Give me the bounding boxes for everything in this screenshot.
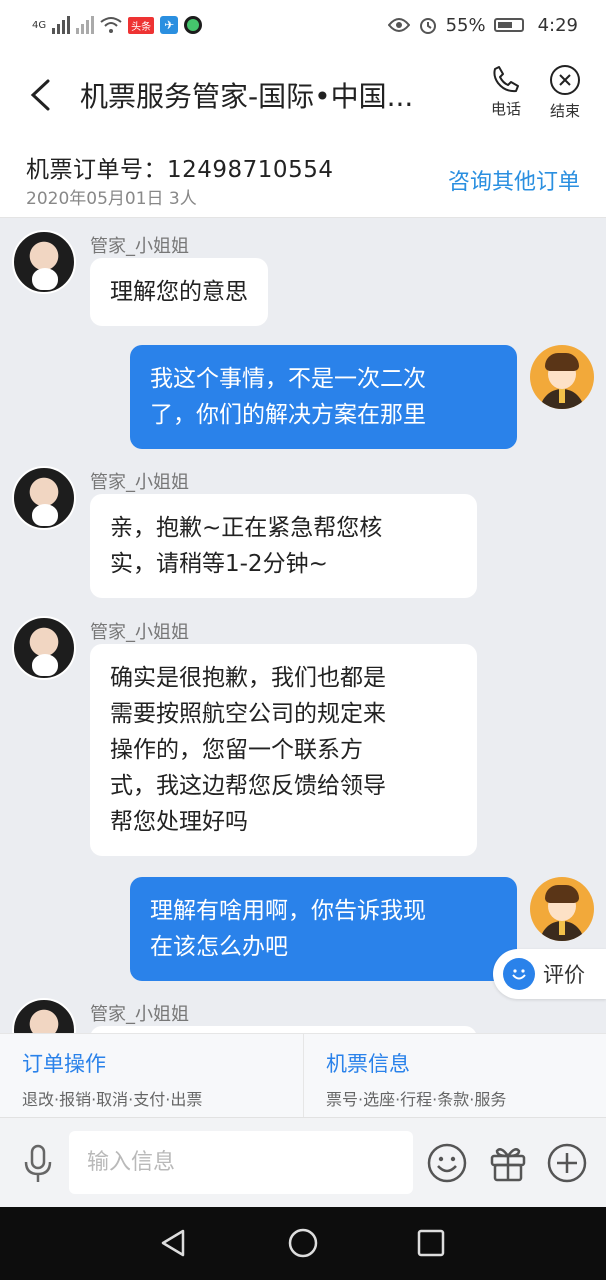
- eye-icon: [387, 18, 410, 32]
- input-bar: [0, 1117, 606, 1207]
- message-line: 式，我这边帮您反馈给领导: [110, 773, 386, 799]
- battery-percent: 55%: [445, 14, 486, 36]
- emoji-button[interactable]: [426, 1142, 468, 1184]
- chat-title: 机票服务管家-国际•中国...: [80, 80, 414, 113]
- agent-name: 管家_小姐姐: [90, 236, 189, 257]
- triangle-back-icon: [161, 1229, 185, 1257]
- battery-icon: [493, 18, 524, 32]
- rate-button[interactable]: 评价: [493, 949, 606, 999]
- signal-icon: [52, 16, 71, 34]
- chat-area[interactable]: 管家_小姐姐 理解您的意思 我这个事情，不是一次二次 了，你们的解决方案在那里 …: [0, 218, 606, 1033]
- agent-avatar[interactable]: [12, 998, 76, 1033]
- order-date: 2020年05月01日 3人: [26, 189, 197, 209]
- message-line: 操作的，您留一个联系方: [110, 737, 363, 763]
- nav-back-button[interactable]: [156, 1225, 192, 1261]
- circle-home-icon: [288, 1228, 318, 1258]
- system-nav-bar: [0, 1207, 606, 1280]
- agent-message-bubble[interactable]: 理解您的意思: [90, 258, 268, 326]
- message-line: 我这个事情，不是一次二次: [150, 366, 426, 392]
- message-line: 帮您处理好吗: [110, 809, 248, 835]
- chat-header: 机票服务管家-国际•中国... 电话 结束: [0, 50, 606, 140]
- signal-2-icon: [76, 16, 95, 34]
- alarm-icon: [419, 18, 436, 34]
- ticket-info-button[interactable]: 机票信息 票号·选座·行程·条款·服务: [303, 1034, 606, 1117]
- message-line: 亲，抱歉~正在紧急帮您核: [110, 515, 383, 541]
- user-avatar[interactable]: [530, 345, 594, 409]
- order-info-bar: 机票订单号：12498710554 2020年05月01日 3人 咨询其他订单: [0, 140, 606, 218]
- quick-actions-bar: 订单操作 退改·报销·取消·支付·出票 机票信息 票号·选座·行程·条款·服务: [0, 1033, 606, 1117]
- user-message-bubble[interactable]: 我这个事情，不是一次二次 了，你们的解决方案在那里: [130, 345, 517, 449]
- back-button[interactable]: [0, 50, 80, 140]
- message-line: 理解您的意思: [110, 279, 248, 305]
- microphone-icon: [24, 1144, 52, 1182]
- gift-button[interactable]: [487, 1142, 529, 1184]
- agent-name: 管家_小姐姐: [90, 472, 189, 493]
- message-line: 确实是很抱歉，我们也都是: [110, 665, 386, 691]
- message-line: 在该怎么办吧: [150, 934, 288, 960]
- agent-avatar[interactable]: [12, 230, 76, 294]
- user-message-bubble[interactable]: 理解有啥用啊，你告诉我现 在该怎么办吧: [130, 877, 517, 981]
- nav-recents-button[interactable]: [413, 1225, 449, 1261]
- smile-icon: [503, 958, 535, 990]
- emoji-icon: [427, 1143, 467, 1183]
- nav-home-button[interactable]: [285, 1225, 321, 1261]
- consult-other-orders-link[interactable]: 咨询其他订单: [448, 164, 580, 196]
- action-subtitle: 票号·选座·行程·条款·服务: [326, 1090, 507, 1109]
- voice-button[interactable]: [18, 1142, 58, 1188]
- message-line: 实，请稍等1-2分钟~: [110, 551, 328, 577]
- order-operations-button[interactable]: 订单操作 退改·报销·取消·支付·出票: [0, 1034, 303, 1117]
- message-line: 了，你们的解决方案在那里: [150, 402, 426, 428]
- order-number: 机票订单号：12498710554: [26, 157, 334, 183]
- network-type: 4G: [32, 19, 47, 31]
- wifi-icon: [100, 17, 122, 33]
- agent-message-bubble[interactable]: 亲，抱歉~正在紧急帮您核 实，请稍等1-2分钟~: [90, 494, 477, 598]
- agent-avatar[interactable]: [12, 616, 76, 680]
- call-button[interactable]: 电话: [481, 64, 531, 119]
- plus-circle-icon: [547, 1143, 587, 1183]
- phone-icon: [493, 66, 519, 93]
- gift-icon: [490, 1148, 526, 1182]
- user-avatar[interactable]: [530, 877, 594, 941]
- action-subtitle: 退改·报销·取消·支付·出票: [22, 1090, 203, 1109]
- end-chat-button[interactable]: 结束: [540, 64, 590, 121]
- message-line: 需要按照航空公司的规定来: [110, 701, 386, 727]
- message-line: 理解有啥用啊，你告诉我现: [150, 898, 426, 924]
- end-label: 结束: [549, 102, 580, 120]
- close-circle-icon: [550, 65, 580, 95]
- agent-message-bubble[interactable]: [90, 1026, 477, 1033]
- clock: 4:29: [537, 14, 578, 36]
- agent-avatar[interactable]: [12, 466, 76, 530]
- agent-name: 管家_小姐姐: [90, 1004, 189, 1025]
- call-label: 电话: [490, 100, 521, 118]
- app-notification-icon: [184, 16, 203, 34]
- plane-app-icon: ✈: [160, 16, 179, 34]
- message-input[interactable]: [69, 1131, 413, 1194]
- agent-name: 管家_小姐姐: [90, 622, 189, 643]
- status-bar: 4G 头条 ✈ 55% 4:29: [0, 0, 606, 50]
- rate-label: 评价: [543, 963, 585, 987]
- action-title: 订单操作: [22, 1052, 106, 1076]
- square-recents-icon: [417, 1229, 445, 1257]
- news-app-badge: 头条: [128, 16, 155, 34]
- chevron-left-icon: [30, 79, 50, 111]
- action-title: 机票信息: [326, 1052, 410, 1076]
- agent-message-bubble[interactable]: 确实是很抱歉，我们也都是 需要按照航空公司的规定来 操作的，您留一个联系方 式，…: [90, 644, 477, 856]
- add-more-button[interactable]: [546, 1142, 588, 1184]
